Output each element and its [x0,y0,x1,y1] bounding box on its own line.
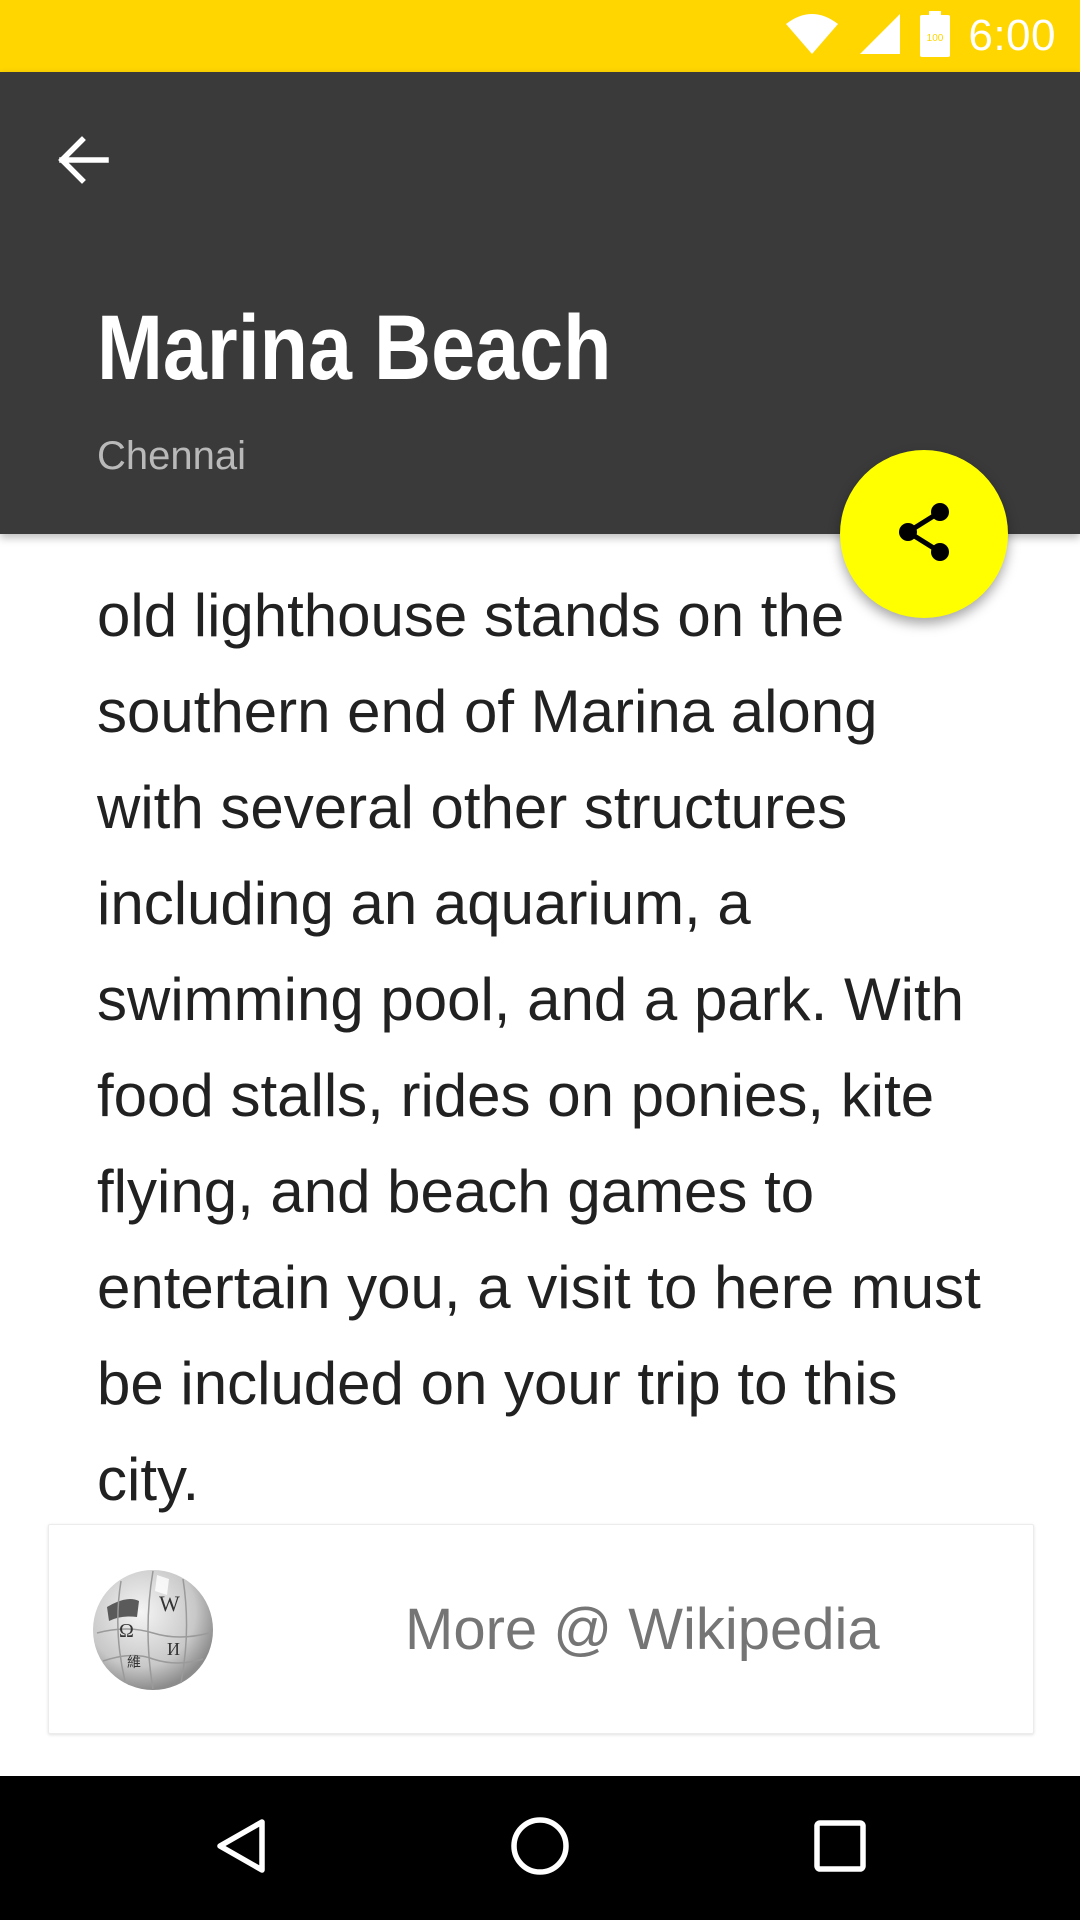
svg-text:И: И [167,1639,180,1659]
screen: 100 6:00 Marina Beach Chennai old lighth… [0,0,1080,1920]
home-circle-icon [509,1815,571,1882]
description-text: old lighthouse stands on the southern en… [97,582,981,1513]
status-icons: 100 6:00 [784,0,1056,72]
svg-text:維: 維 [127,1655,141,1671]
share-button[interactable] [840,450,1008,618]
page-subtitle: Chennai [97,434,247,478]
nav-home-button[interactable] [490,1798,590,1898]
signal-icon [858,12,902,61]
svg-text:Ω: Ω [119,1620,134,1642]
wikipedia-link-card[interactable]: W Ω И 維 More @ Wikipedia [48,1524,1034,1734]
svg-text:W: W [159,1591,180,1616]
status-time: 6:00 [968,11,1056,60]
back-triangle-icon [212,1816,272,1881]
wikipedia-globe-icon: W Ω И 維 [87,1567,219,1693]
battery-level-text: 100 [927,33,944,44]
recents-square-icon [812,1818,868,1879]
nav-recents-button[interactable] [790,1798,890,1898]
arrow-back-icon [58,135,110,189]
battery-icon: 100 [920,10,951,62]
navigation-bar [0,1776,1080,1920]
back-button[interactable] [44,122,124,202]
wikipedia-link-label: More @ Wikipedia [405,1596,880,1662]
wifi-icon [784,12,840,61]
nav-back-button[interactable] [192,1798,292,1898]
page-title: Marina Beach [97,297,612,399]
status-bar: 100 6:00 [0,0,1080,72]
share-icon [892,500,956,569]
